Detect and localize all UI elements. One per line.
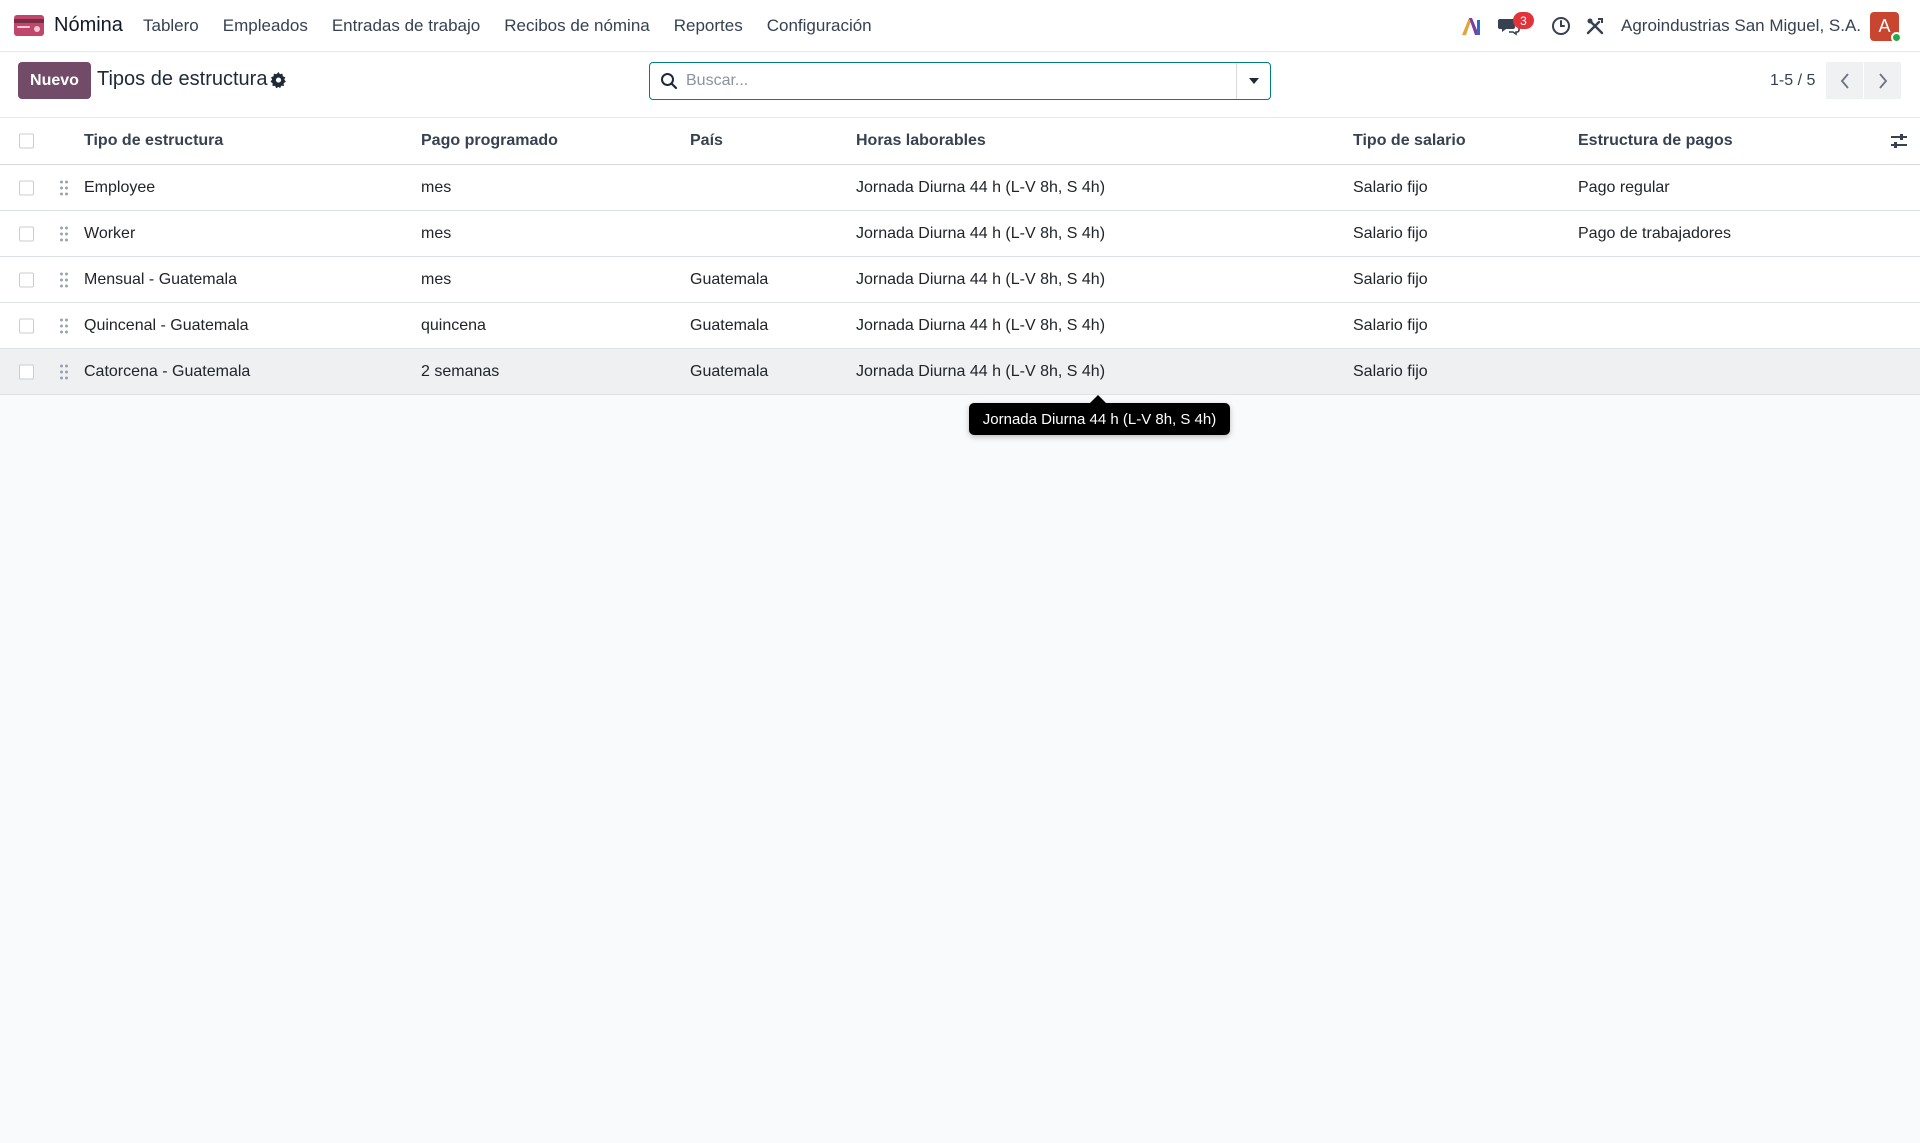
menu-recibos-de-nomina[interactable]: Recibos de nómina	[492, 0, 662, 52]
cell-pago-programado: mes	[421, 270, 452, 288]
cell-tipo-de-estructura: Employee	[84, 178, 156, 196]
company-switcher[interactable]: Agroindustrias San Miguel, S.A.	[1621, 16, 1861, 36]
gear-icon[interactable]	[270, 72, 287, 89]
column-header-tipo-de-salario[interactable]: Tipo de salario	[1353, 118, 1466, 164]
table-row[interactable]: Worker mes Jornada Diurna 44 h (L-V 8h, …	[0, 211, 1920, 257]
menu-tablero[interactable]: Tablero	[131, 0, 211, 52]
tooltip-arrow	[1090, 395, 1106, 403]
pager-previous-button[interactable]	[1826, 62, 1863, 99]
cell-horas-laborables: Jornada Diurna 44 h (L-V 8h, S 4h)	[856, 316, 1106, 334]
pager-next-button[interactable]	[1864, 62, 1901, 99]
clock-icon[interactable]	[1549, 14, 1573, 38]
table-row[interactable]: Employee mes Jornada Diurna 44 h (L-V 8h…	[0, 165, 1920, 211]
cell-estructura-de-pagos: Pago de trabajadores	[1578, 224, 1731, 242]
menu-configuracion[interactable]: Configuración	[755, 0, 884, 52]
tools-icon[interactable]	[1583, 14, 1607, 38]
search-input[interactable]	[686, 69, 1226, 93]
table-header: Tipo de estructura Pago programado País …	[0, 118, 1920, 165]
cell-tipo-de-estructura: Quincenal - Guatemala	[84, 316, 249, 334]
row-checkbox[interactable]	[19, 364, 34, 379]
select-all-checkbox[interactable]	[19, 133, 34, 149]
cell-horas-laborables: Jornada Diurna 44 h (L-V 8h, S 4h)	[856, 178, 1106, 196]
cell-horas-laborables: Jornada Diurna 44 h (L-V 8h, S 4h)	[856, 362, 1106, 380]
cell-pais: Guatemala	[690, 362, 769, 380]
cell-pago-programado: quincena	[421, 316, 486, 334]
cell-tipo-de-salario: Salario fijo	[1353, 270, 1428, 288]
cell-tipo-de-estructura: Worker	[84, 224, 136, 242]
row-checkbox[interactable]	[19, 272, 34, 287]
cell-pago-programado: 2 semanas	[421, 362, 500, 380]
messages-badge: 3	[1513, 12, 1534, 29]
search-bar	[649, 62, 1271, 100]
chevron-left-icon	[1840, 72, 1849, 89]
search-icon	[661, 73, 678, 90]
cell-pago-programado: mes	[421, 178, 452, 196]
drag-handle-icon[interactable]	[59, 226, 69, 242]
drag-handle-icon[interactable]	[59, 364, 69, 380]
drag-handle-icon[interactable]	[59, 272, 69, 288]
pager-value[interactable]: 1-5 / 5	[1770, 72, 1815, 90]
row-checkbox[interactable]	[19, 318, 34, 333]
payroll-app-icon[interactable]	[14, 15, 44, 36]
page-title: Tipos de estructura	[97, 68, 268, 90]
column-header-tipo-de-estructura[interactable]: Tipo de estructura	[84, 118, 223, 164]
search-options-toggle[interactable]	[1236, 63, 1270, 99]
drag-handle-icon[interactable]	[59, 180, 69, 196]
cell-horas-laborables: Jornada Diurna 44 h (L-V 8h, S 4h)	[856, 224, 1106, 242]
menu-reportes[interactable]: Reportes	[662, 0, 755, 52]
table-row[interactable]: Mensual - Guatemala mes Guatemala Jornad…	[0, 257, 1920, 303]
row-checkbox[interactable]	[19, 180, 34, 195]
cell-tipo-de-salario: Salario fijo	[1353, 362, 1428, 380]
chevron-right-icon	[1878, 72, 1887, 89]
column-header-estructura-de-pagos[interactable]: Estructura de pagos	[1578, 118, 1733, 164]
cell-pais: Guatemala	[690, 316, 769, 334]
top-navbar: Nómina Tablero Empleados Entradas de tra…	[0, 0, 1920, 52]
cell-tooltip: Jornada Diurna 44 h (L-V 8h, S 4h)	[969, 403, 1230, 435]
table-row[interactable]: Quincenal - Guatemala quincena Guatemala…	[0, 303, 1920, 349]
control-panel: Nuevo Tipos de estructura 1-5 / 5	[0, 53, 1920, 118]
cell-estructura-de-pagos: Pago regular	[1578, 178, 1670, 196]
cell-tipo-de-estructura: Catorcena - Guatemala	[84, 362, 251, 380]
column-header-pais[interactable]: País	[690, 118, 723, 164]
ai-icon[interactable]	[1459, 14, 1483, 38]
cell-tipo-de-estructura: Mensual - Guatemala	[84, 270, 237, 288]
cell-tipo-de-salario: Salario fijo	[1353, 316, 1428, 334]
structure-types-table: Tipo de estructura Pago programado País …	[0, 118, 1920, 395]
cell-tipo-de-salario: Salario fijo	[1353, 178, 1428, 196]
caret-down-icon	[1248, 78, 1259, 84]
table-row[interactable]: Catorcena - Guatemala 2 semanas Guatemal…	[0, 349, 1920, 395]
column-header-horas-laborables[interactable]: Horas laborables	[856, 118, 986, 164]
menu-entradas-de-trabajo[interactable]: Entradas de trabajo	[320, 0, 492, 52]
cell-horas-laborables: Jornada Diurna 44 h (L-V 8h, S 4h)	[856, 270, 1106, 288]
column-header-pago-programado[interactable]: Pago programado	[421, 118, 558, 164]
main-menu: Tablero Empleados Entradas de trabajo Re…	[131, 0, 884, 52]
new-button[interactable]: Nuevo	[18, 62, 91, 99]
menu-empleados[interactable]: Empleados	[211, 0, 320, 52]
app-name[interactable]: Nómina	[54, 14, 123, 37]
cell-pais: Guatemala	[690, 270, 769, 288]
drag-handle-icon[interactable]	[59, 318, 69, 334]
online-status-dot	[1891, 32, 1902, 43]
row-checkbox[interactable]	[19, 226, 34, 241]
optional-columns-icon[interactable]	[1890, 132, 1908, 150]
cell-pago-programado: mes	[421, 224, 452, 242]
cell-tipo-de-salario: Salario fijo	[1353, 224, 1428, 242]
